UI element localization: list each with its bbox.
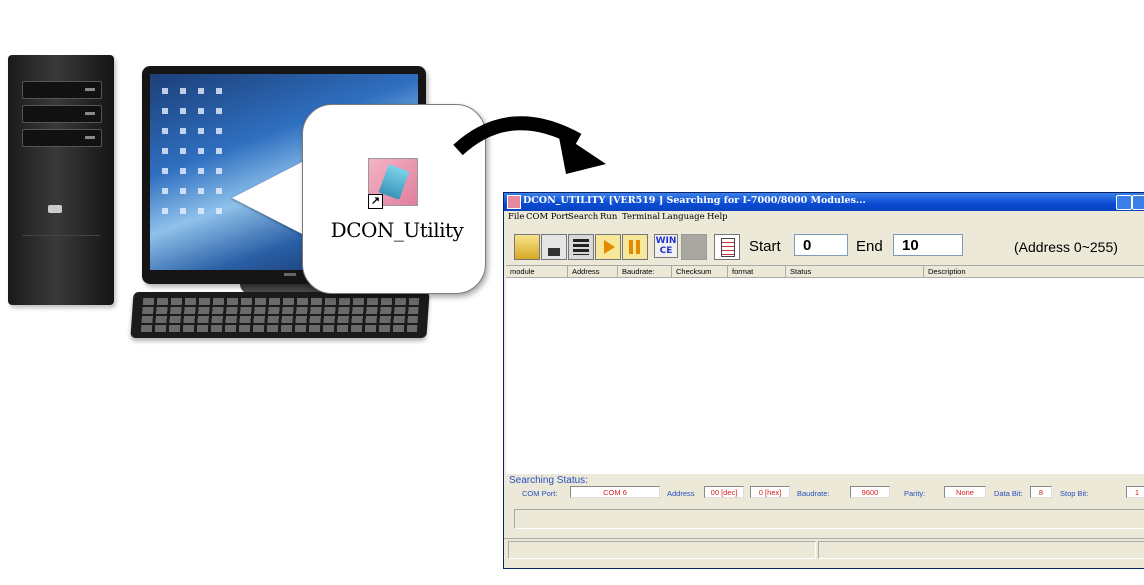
data-bit-value: 8 [1030, 486, 1052, 498]
start-address-input[interactable]: 0 [794, 234, 848, 256]
minimize-button[interactable] [1116, 195, 1132, 210]
status-pane-left [508, 541, 816, 559]
module-list[interactable]: module Address Baudrate: Checksum format… [506, 265, 1144, 474]
column-description[interactable]: Description [924, 266, 1144, 277]
column-format[interactable]: format [728, 266, 786, 277]
pc-tower-illustration [8, 55, 114, 305]
start-label: Start [749, 238, 781, 255]
app-icon [507, 195, 521, 209]
monitor-brand [284, 273, 296, 276]
keyboard-illustration [130, 292, 430, 338]
wince-button[interactable]: WIN CE [654, 234, 678, 258]
parity-label: Parity: [904, 489, 926, 498]
module-search-icon[interactable] [714, 234, 740, 260]
address-hex-value: 0 [hex] [750, 486, 790, 498]
column-baudrate[interactable]: Baudrate: [618, 266, 672, 277]
callout-pointer [232, 160, 306, 236]
menu-bar: File COM Port Search Run Terminal Langua… [504, 211, 1144, 225]
com-port-label: COM Port: [522, 489, 558, 498]
parity-value: None [944, 486, 986, 498]
menu-search[interactable]: Search [568, 212, 598, 222]
stop-bit-label: Stop Bit: [1060, 489, 1089, 498]
column-checksum[interactable]: Checksum [672, 266, 728, 277]
save-icon[interactable] [541, 234, 567, 260]
shortcut-label[interactable]: DCON_Utility [322, 218, 472, 242]
menu-terminal[interactable]: Terminal [622, 212, 660, 222]
address-range-note: (Address 0~255) [1014, 239, 1118, 255]
menu-com-port[interactable]: COM Port [526, 212, 569, 222]
pause-icon[interactable] [622, 234, 648, 260]
com-port-value: COM 6 [570, 486, 660, 498]
print-icon[interactable] [568, 234, 594, 260]
end-label: End [856, 238, 883, 255]
searching-status-row: COM Port: COM 6 Address 00 [dec] 0 [hex]… [504, 485, 1144, 501]
address-label: Address [667, 489, 695, 498]
dcon-utility-window: DCON_UTILITY [VER519 ] Searching for I-7… [503, 192, 1144, 569]
column-status[interactable]: Status [786, 266, 924, 277]
menu-help[interactable]: Help [707, 212, 728, 222]
search-progress-bar [514, 509, 1144, 529]
tower-logo [48, 205, 62, 213]
run-icon[interactable] [595, 234, 621, 260]
status-pane-right [818, 541, 1144, 559]
drive-bay [22, 129, 102, 147]
status-bar [504, 538, 1144, 561]
window-title: DCON_UTILITY [VER519 ] Searching for I-7… [523, 195, 866, 206]
drive-bay [22, 81, 102, 99]
list-header: module Address Baudrate: Checksum format… [506, 266, 1144, 278]
drive-bay [22, 105, 102, 123]
open-folder-icon[interactable] [514, 234, 540, 260]
menu-file[interactable]: File [508, 212, 524, 222]
disabled-tool-button[interactable] [681, 234, 707, 260]
wince-label-top: WIN [655, 236, 677, 246]
title-bar[interactable]: DCON_UTILITY [VER519 ] Searching for I-7… [504, 193, 1144, 211]
column-address[interactable]: Address [568, 266, 618, 277]
baudrate-value: 9600 [850, 486, 890, 498]
menu-language[interactable]: Language [662, 212, 705, 222]
toolbar: WIN CE Start 0 End 10 (Address 0~255) [504, 225, 1144, 262]
baudrate-label: Baudrate: [797, 489, 830, 498]
tower-grill [22, 235, 100, 291]
data-bit-label: Data Bit: [994, 489, 1023, 498]
address-dec-value: 00 [dec] [704, 486, 744, 498]
menu-run[interactable]: Run [600, 212, 617, 222]
column-module[interactable]: module [506, 266, 568, 277]
wince-label-bottom: CE [659, 246, 673, 256]
maximize-button[interactable] [1132, 195, 1144, 210]
stop-bit-value: 1 [1126, 486, 1144, 498]
curved-arrow-icon [453, 116, 606, 174]
end-address-input[interactable]: 10 [893, 234, 963, 256]
shortcut-arrow-icon: ↗ [368, 194, 383, 209]
